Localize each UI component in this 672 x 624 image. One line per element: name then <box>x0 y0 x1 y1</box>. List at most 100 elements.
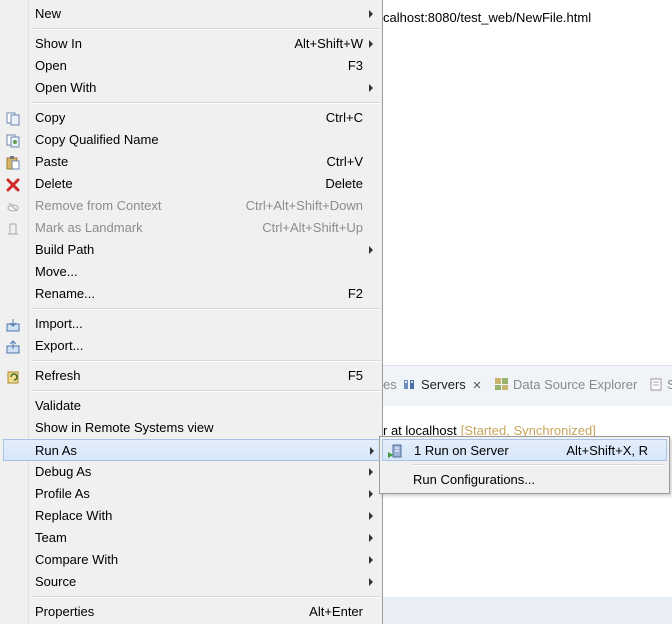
menu-item-properties[interactable]: Properties Alt+Enter <box>0 601 382 623</box>
run-as-submenu: 1 Run on Server Alt+Shift+X, R Run Confi… <box>379 436 670 494</box>
menu-item-label: Team <box>35 530 67 545</box>
submenu-item-run-on-server[interactable]: 1 Run on Server Alt+Shift+X, R <box>382 439 667 461</box>
submenu-arrow-icon <box>369 84 373 92</box>
export-icon <box>6 339 21 354</box>
menu-separator <box>31 28 381 30</box>
submenu-arrow-icon <box>369 10 373 18</box>
menu-item-shortcut: Alt+Enter <box>309 604 363 619</box>
menu-item-label: Debug As <box>35 464 92 479</box>
menu-item-label: Remove from Context <box>35 198 162 213</box>
menu-item-validate[interactable]: Validate <box>0 395 382 417</box>
submenu-item-label: 1 Run on Server <box>414 443 509 458</box>
menu-item-label: Rename... <box>35 286 95 301</box>
menu-item-label: Profile As <box>35 486 90 501</box>
menu-item-import[interactable]: Import... <box>0 313 382 335</box>
submenu-item-shortcut: Alt+Shift+X, R <box>566 443 648 458</box>
menu-item-label: Source <box>35 574 77 589</box>
menu-item-show-in-remote-systems[interactable]: Show in Remote Systems view <box>0 417 382 439</box>
menu-item-open-with[interactable]: Open With <box>0 77 382 99</box>
submenu-item-run-configurations[interactable]: Run Configurations... <box>382 469 667 491</box>
menu-separator <box>31 360 381 362</box>
menu-item-run-as[interactable]: Run As <box>3 439 380 461</box>
menu-item-rename[interactable]: Rename... F2 <box>0 283 382 305</box>
menu-item-shortcut: Alt+Shift+W <box>294 36 363 51</box>
menu-item-show-in[interactable]: Show In Alt+Shift+W <box>0 33 382 55</box>
menu-item-paste[interactable]: Paste Ctrl+V <box>0 151 382 173</box>
submenu-arrow-icon <box>369 246 373 254</box>
menu-item-compare-with[interactable]: Compare With <box>0 549 382 571</box>
delete-icon <box>6 177 21 192</box>
menu-item-shortcut: F2 <box>347 286 363 301</box>
menu-item-label: Show in Remote Systems view <box>35 420 214 435</box>
copy-qualified-icon <box>6 133 21 148</box>
menu-item-label: New <box>35 6 62 21</box>
menu-item-label: Show In <box>35 36 82 51</box>
tab-prev-label: es <box>383 377 397 392</box>
menu-item-label: Run As <box>35 443 77 458</box>
menu-item-label: Refresh <box>35 368 81 383</box>
tab-data-source-explorer[interactable]: Data Source Explorer <box>494 377 637 394</box>
menu-item-label: Copy <box>35 110 66 125</box>
menu-item-delete[interactable]: Delete Delete <box>0 173 382 195</box>
tab-snippets-label: S <box>667 377 672 392</box>
run-on-server-icon <box>388 444 403 459</box>
submenu-arrow-icon <box>369 40 373 48</box>
menu-item-export[interactable]: Export... <box>0 335 382 357</box>
refresh-icon <box>6 369 21 384</box>
menu-item-label: Move... <box>35 264 78 279</box>
submenu-arrow-icon <box>369 556 373 564</box>
data-source-icon <box>494 377 509 394</box>
landmark-icon <box>6 221 21 235</box>
menu-item-label: Mark as Landmark <box>35 220 143 235</box>
menu-item-mark-as-landmark[interactable]: Mark as Landmark Ctrl+Alt+Shift+Up <box>0 217 382 239</box>
menu-item-label: Export... <box>35 338 84 353</box>
menu-item-move[interactable]: Move... <box>0 261 382 283</box>
menu-item-team[interactable]: Team <box>0 527 382 549</box>
import-icon <box>6 317 21 332</box>
menu-item-shortcut: Ctrl+V <box>326 154 363 169</box>
menu-item-label: Compare With <box>35 552 119 567</box>
menu-item-debug-as[interactable]: Debug As <box>0 461 382 483</box>
menu-item-label: Paste <box>35 154 69 169</box>
menu-item-replace-with[interactable]: Replace With <box>0 505 382 527</box>
menu-separator <box>31 390 381 392</box>
tab-data-source-label: Data Source Explorer <box>513 377 638 392</box>
menu-item-build-path[interactable]: Build Path <box>0 239 382 261</box>
tab-snippets-partial[interactable]: S <box>650 377 672 394</box>
snippets-icon <box>650 378 663 394</box>
submenu-arrow-icon <box>369 578 373 586</box>
servers-icon <box>403 378 417 394</box>
tab-prev-partial[interactable]: es <box>383 377 397 392</box>
menu-item-profile-as[interactable]: Profile As <box>0 483 382 505</box>
submenu-arrow-icon <box>369 512 373 520</box>
menu-item-shortcut: F3 <box>347 58 363 73</box>
tab-servers-label: Servers <box>421 377 466 392</box>
menu-item-label: Open With <box>35 80 97 95</box>
submenu-item-label: Run Configurations... <box>413 472 536 487</box>
menu-item-remove-from-context[interactable]: Remove from Context Ctrl+Alt+Shift+Down <box>0 195 382 217</box>
menu-item-refresh[interactable]: Refresh F5 <box>0 365 382 387</box>
menu-item-new[interactable]: New <box>0 3 382 25</box>
tab-servers[interactable]: Servers ✕ <box>403 377 482 394</box>
menu-item-label: Delete <box>35 176 73 191</box>
menu-item-copy-qualified-name[interactable]: Copy Qualified Name <box>0 129 382 151</box>
menu-separator <box>31 308 381 310</box>
menu-item-source[interactable]: Source <box>0 571 382 593</box>
copy-icon <box>6 111 21 126</box>
submenu-arrow-icon <box>369 534 373 542</box>
submenu-arrow-icon <box>369 468 373 476</box>
menu-item-label: Build Path <box>35 242 95 257</box>
menu-separator <box>411 464 665 466</box>
menu-item-label: Replace With <box>35 508 113 523</box>
submenu-arrow-icon <box>370 447 374 455</box>
menu-item-label: Import... <box>35 316 83 331</box>
submenu-arrow-icon <box>369 490 373 498</box>
menu-item-copy[interactable]: Copy Ctrl+C <box>0 107 382 129</box>
menu-item-open[interactable]: Open F3 <box>0 55 382 77</box>
menu-item-label: Open <box>35 58 67 73</box>
close-icon[interactable]: ✕ <box>472 380 481 392</box>
menu-item-shortcut: F5 <box>347 368 363 383</box>
menu-item-shortcut: Delete <box>325 176 363 191</box>
menu-item-label: Properties <box>35 604 95 619</box>
menu-item-label: Validate <box>35 398 82 413</box>
